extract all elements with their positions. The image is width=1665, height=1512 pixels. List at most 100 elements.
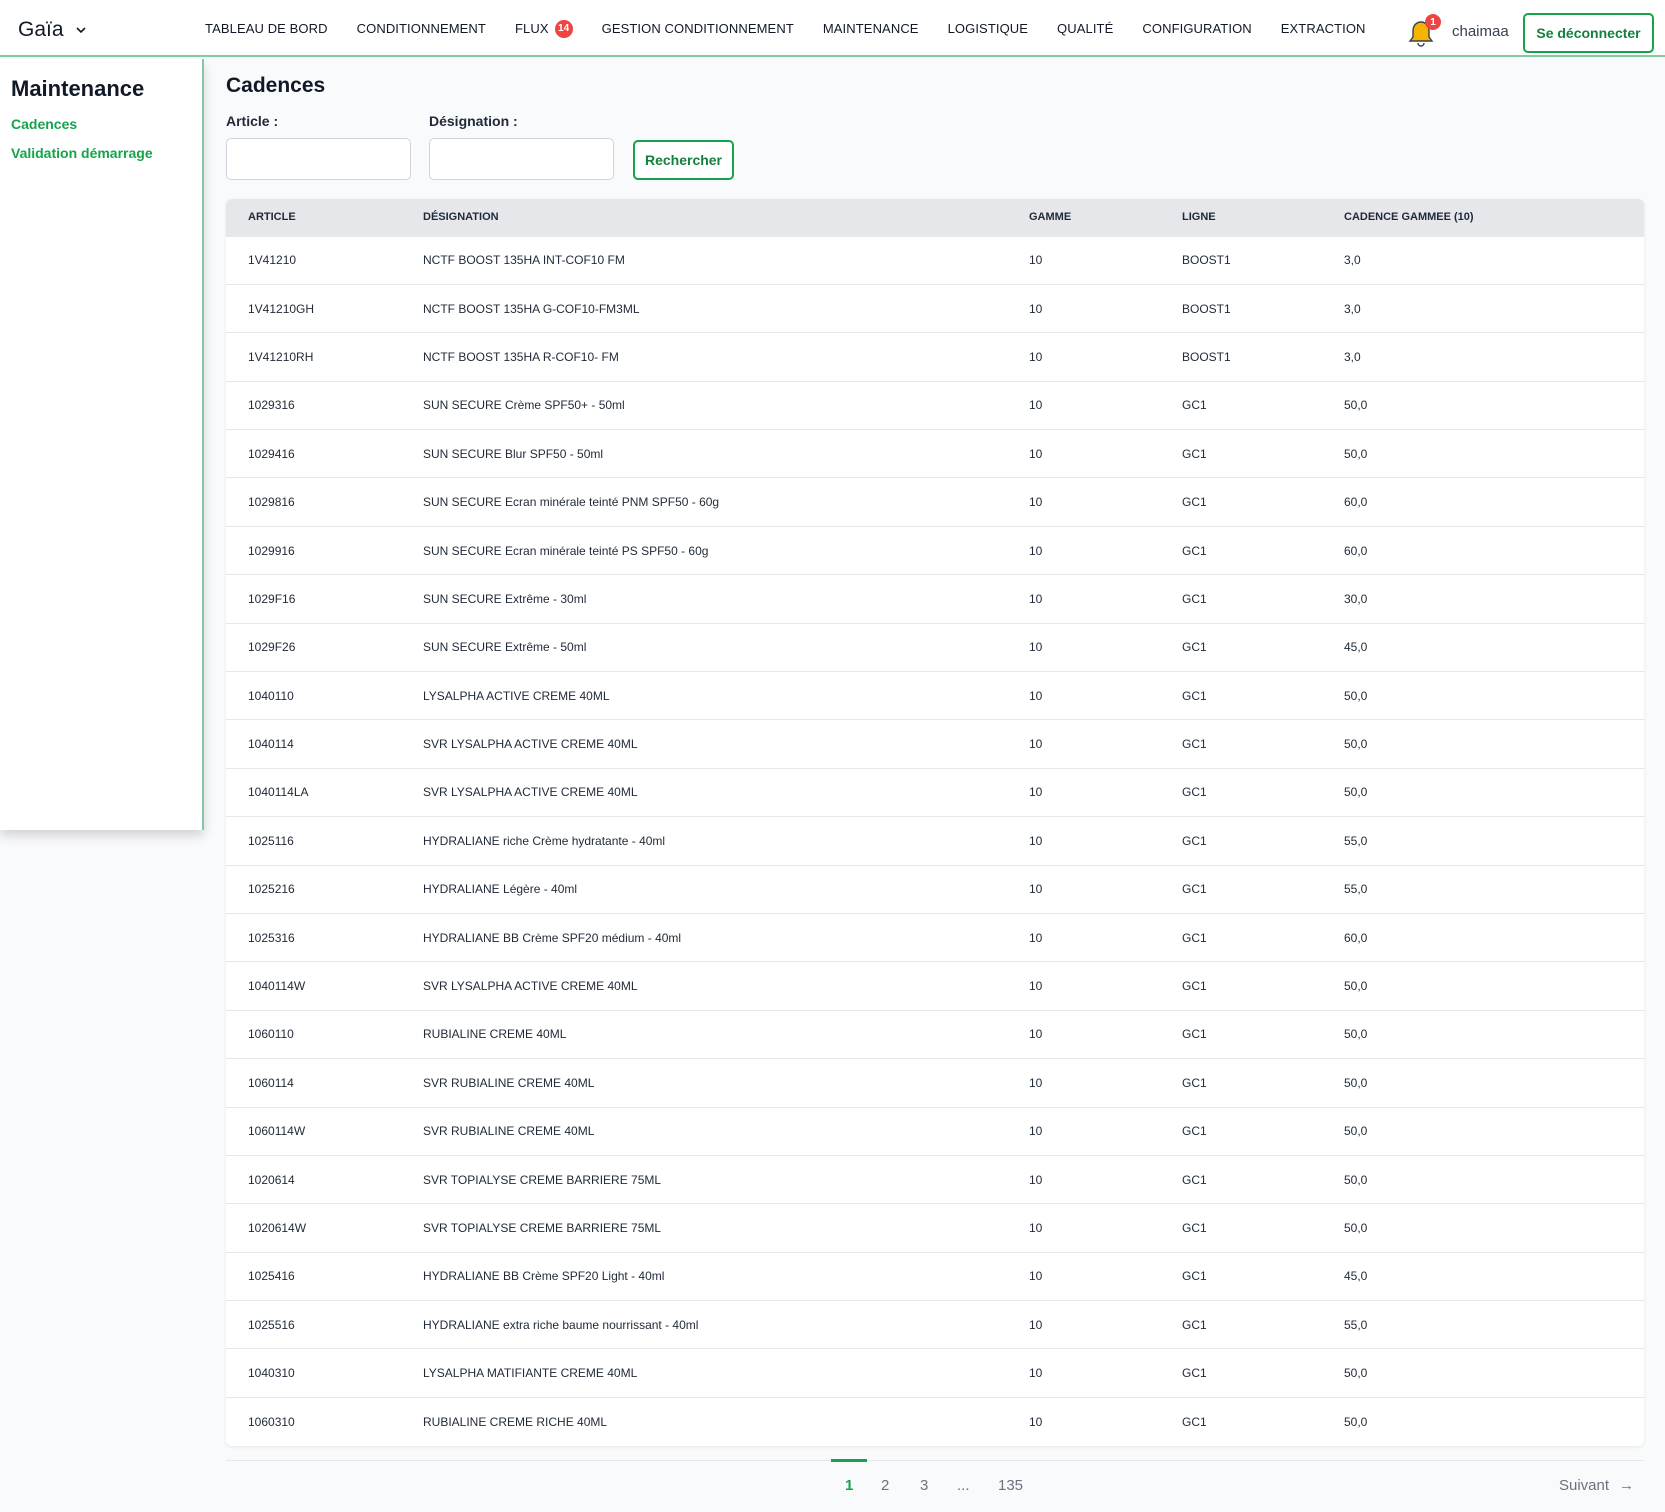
cell-gamme: 10 [1029, 640, 1043, 655]
table-row[interactable]: 1020614W SVR TOPIALYSE CREME BARRIERE 75M… [226, 1203, 1644, 1252]
search-button[interactable]: Rechercher [633, 140, 734, 180]
cell-ligne: GC1 [1182, 979, 1207, 994]
nav-flux[interactable]: FLUX 14 [514, 19, 573, 38]
nav-qualite[interactable]: QUALITÉ [1057, 21, 1113, 36]
cell-cadence: 55,0 [1344, 1317, 1368, 1332]
designation-input[interactable] [429, 138, 614, 180]
table-row[interactable]: 1025316 HYDRALIANE BB Crème SPF20 médium … [226, 913, 1644, 961]
cell-ligne: GC1 [1182, 785, 1207, 800]
cell-article: 1029F26 [248, 640, 296, 655]
cell-article: 1029316 [248, 398, 295, 413]
cell-designation: SUN SECURE Ecran minérale teinté PS SPF5… [423, 543, 709, 558]
nav-extraction[interactable]: EXTRACTION [1281, 21, 1366, 36]
flux-count-badge: 14 [554, 19, 573, 38]
table-row[interactable]: 1040114W SVR LYSALPHA ACTIVE CREME 40ML 10… [226, 961, 1644, 1010]
table-row[interactable]: 1060310 RUBIALINE CREME RICHE 40ML 10 GC1 50… [226, 1397, 1644, 1445]
cell-gamme: 10 [1029, 1221, 1043, 1235]
table-row[interactable]: 1029416 SUN SECURE Blur SPF50 - 50ml 10 GC1… [226, 429, 1644, 478]
table-row[interactable]: 1029316 SUN SECURE Crème SPF50+ - 50ml 10 G… [226, 381, 1644, 429]
app-switcher[interactable]: Gaïa [18, 18, 88, 42]
cell-ligne: GC1 [1182, 1317, 1207, 1332]
article-input[interactable] [226, 138, 411, 180]
cell-gamme: 10 [1029, 349, 1043, 364]
cell-gamme: 10 [1029, 1414, 1043, 1429]
table-row[interactable]: 1040114 SVR LYSALPHA ACTIVE CREME 40ML 10 G… [226, 719, 1644, 768]
cell-ligne: GC1 [1182, 737, 1207, 752]
table-row[interactable]: 1029916 SUN SECURE Ecran minérale teinté … [226, 526, 1644, 574]
sidebar-item-validation-demarrage[interactable]: Validation démarrage [11, 145, 153, 161]
cell-gamme: 10 [1029, 1124, 1043, 1139]
logout-button[interactable]: Se déconnecter [1523, 13, 1654, 53]
table-row[interactable]: 1040114LA SVR LYSALPHA ACTIVE CREME 40ML 1… [226, 768, 1644, 816]
cell-article: 1029816 [248, 495, 295, 510]
cell-cadence: 50,0 [1344, 398, 1368, 413]
nav-label: FLUX [514, 21, 549, 36]
column-header-article[interactable]: ARTICLE [226, 199, 423, 236]
table-row[interactable]: 1029F16 SUN SECURE Extrême - 30ml 10 GC1 30,… [226, 574, 1644, 623]
table-row[interactable]: 1029F26 SUN SECURE Extrême - 50ml 10 GC1 45,… [226, 623, 1644, 671]
table-row[interactable]: 1025116 HYDRALIANE riche Crème hydratante… [226, 816, 1644, 865]
page-2-link[interactable]: 2 [881, 1477, 889, 1494]
page-3-link[interactable]: 3 [920, 1477, 928, 1494]
cell-cadence: 55,0 [1344, 882, 1368, 897]
table-row[interactable]: 1060114 SVR RUBIALINE CREME 40ML 10 GC1 50,0 [226, 1058, 1644, 1107]
cell-designation: HYDRALIANE Légère - 40ml [423, 882, 578, 897]
pagination-ellipsis: ... [957, 1477, 970, 1494]
cell-article: 1040114W [248, 979, 306, 994]
cell-cadence: 60,0 [1344, 930, 1368, 945]
cell-designation: SUN SECURE Extrême - 50ml [423, 640, 587, 655]
notification-count-badge: 1 [1425, 14, 1441, 30]
next-page-button[interactable]: Suivant → [1559, 1477, 1634, 1494]
table-row[interactable]: 1060110 RUBIALINE CREME 40ML 10 GC1 50,0 [226, 1010, 1644, 1058]
table-row[interactable]: 1040110 LYSALPHA ACTIVE CREME 40ML 10 GC1 50… [226, 671, 1644, 720]
cell-designation: SUN SECURE Blur SPF50 - 50ml [423, 446, 604, 461]
page-last-link[interactable]: 135 [998, 1477, 1023, 1494]
table-row[interactable]: 1025416 HYDRALIANE BB Crème SPF20 Light -… [226, 1252, 1644, 1300]
nav-tableau-de-bord[interactable]: TABLEAU DE BORD [205, 21, 328, 36]
table-row[interactable]: 1025216 HYDRALIANE Légère - 40ml 10 GC1 55,0 [226, 865, 1644, 913]
column-header-designation[interactable]: DÉSIGNATION [423, 199, 1029, 236]
cell-cadence: 50,0 [1344, 1027, 1368, 1042]
notifications-button[interactable]: 1 [1406, 14, 1441, 48]
nav-maintenance[interactable]: MAINTENANCE [823, 21, 919, 36]
cell-article: 1060114W [248, 1124, 306, 1139]
cell-ligne: GC1 [1182, 1075, 1207, 1090]
nav-conditionnement[interactable]: CONDITIONNEMENT [357, 21, 486, 36]
table-row[interactable]: 1V41210 NCTF BOOST 135HA INT-COF10 FM 10 BO… [226, 236, 1644, 284]
cell-gamme: 10 [1029, 591, 1043, 606]
table-row[interactable]: 1020614 SVR TOPIALYSE CREME BARRIERE 75ML… [226, 1155, 1644, 1203]
username: chaimaa [1452, 23, 1509, 40]
cell-designation: LYSALPHA MATIFIANTE CREME 40ML [423, 1366, 638, 1381]
cell-article: 1020614 [248, 1172, 295, 1187]
column-header-ligne[interactable]: LIGNE [1182, 199, 1344, 236]
cell-article: 1040114 [248, 737, 294, 752]
table-row[interactable]: 1V41210RH NCTF BOOST 135HA R-COF10- FM 10 B… [226, 332, 1644, 381]
page-title: Cadences [226, 74, 326, 97]
table-row[interactable]: 1025516 HYDRALIANE extra riche baume nour… [226, 1300, 1644, 1349]
next-label: Suivant [1559, 1477, 1610, 1494]
cell-gamme: 10 [1029, 1269, 1043, 1284]
cell-cadence: 60,0 [1344, 543, 1368, 558]
table-row[interactable]: 1060114W SVR RUBIALINE CREME 40ML 10 GC1 50,… [226, 1107, 1644, 1155]
cell-designation: SUN SECURE Crème SPF50+ - 50ml [423, 398, 625, 413]
table-row[interactable]: 1029816 SUN SECURE Ecran minérale teinté … [226, 477, 1644, 526]
cell-designation: NCTF BOOST 135HA INT-COF10 FM [423, 253, 625, 268]
active-page-indicator [831, 1459, 867, 1462]
cell-gamme: 10 [1029, 1027, 1043, 1042]
page-1-link[interactable]: 1 [845, 1477, 853, 1494]
cell-gamme: 10 [1029, 688, 1043, 703]
column-header-gamme[interactable]: GAMME [1029, 199, 1182, 236]
table-row[interactable]: 1V41210GH NCTF BOOST 135HA G-COF10-FM3ML 1… [226, 284, 1644, 332]
cell-gamme: 10 [1029, 253, 1043, 268]
cell-gamme: 10 [1029, 930, 1043, 945]
nav-gestion-conditionnement[interactable]: GESTION CONDITIONNEMENT [602, 21, 794, 36]
table-row[interactable]: 1040310 LYSALPHA MATIFIANTE CREME 40ML 10 G… [226, 1348, 1644, 1397]
cell-cadence: 50,0 [1344, 1124, 1368, 1139]
cell-cadence: 30,0 [1344, 591, 1368, 606]
cell-article: 1V41210RH [248, 349, 314, 364]
nav-logistique[interactable]: LOGISTIQUE [948, 21, 1028, 36]
nav-configuration[interactable]: CONFIGURATION [1142, 21, 1251, 36]
cell-article: 1025316 [248, 930, 295, 945]
sidebar-item-cadences[interactable]: Cadences [11, 116, 77, 132]
column-header-cadence[interactable]: CADENCE GAMMEE (10) [1344, 199, 1644, 236]
